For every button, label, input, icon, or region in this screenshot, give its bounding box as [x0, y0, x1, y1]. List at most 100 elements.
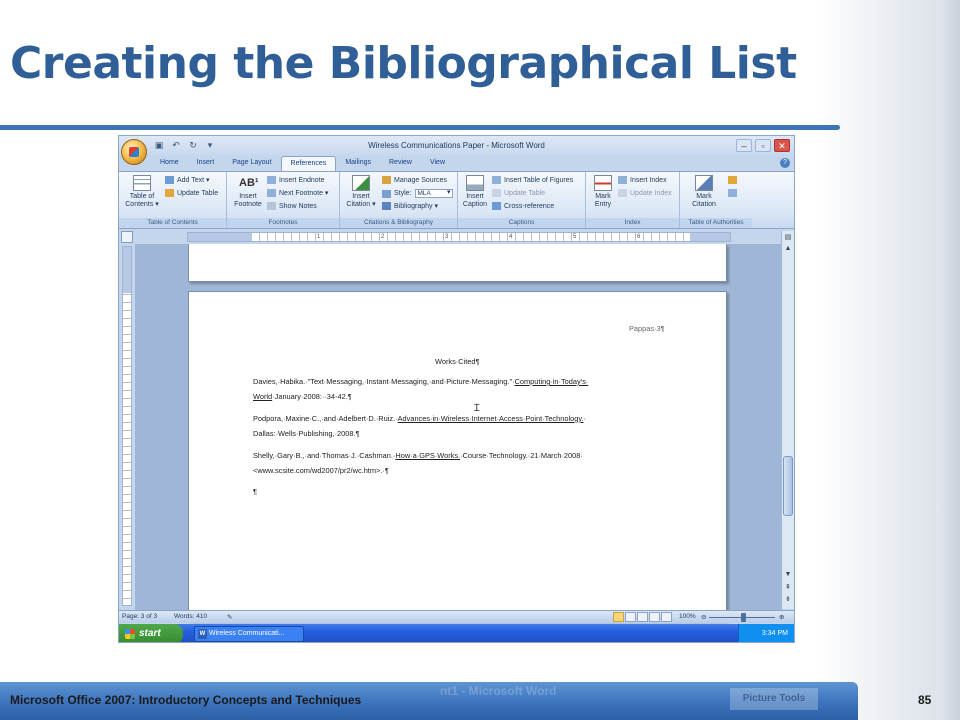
tab-review[interactable]: Review [380, 156, 421, 171]
quick-access-toolbar: ▣ ↶ ↻ ▾ [153, 140, 216, 151]
style-dropdown[interactable]: MLA [414, 189, 453, 198]
bibliography-button[interactable]: Bibliography ▾ [382, 202, 438, 210]
tab-insert[interactable]: Insert [188, 156, 224, 171]
previous-page-icon[interactable]: ⇞ [783, 583, 793, 593]
word-count[interactable]: Words: 410 [174, 613, 207, 620]
horizontal-ruler[interactable]: 1 2 3 4 5 6 [187, 232, 731, 242]
system-tray: 3:34 PM [738, 624, 794, 642]
ruler-number: 3 [444, 233, 450, 241]
web-layout-view-button[interactable] [637, 612, 648, 622]
group-captions: Insert Caption Insert Table of Figures U… [458, 172, 586, 228]
ruler-number: 6 [636, 233, 642, 241]
bibliography-icon [382, 202, 391, 210]
tab-references[interactable]: References [280, 156, 337, 171]
close-button[interactable]: ✕ [774, 139, 790, 152]
update-index-button[interactable]: Update Index [618, 189, 672, 197]
scroll-up-icon[interactable]: ▲ [783, 245, 793, 255]
insert-endnote-button[interactable]: Insert Endnote [267, 176, 325, 184]
footnote-icon: AB¹ [239, 177, 259, 189]
tab-page-layout[interactable]: Page Layout [223, 156, 280, 171]
window-titlebar: Wireless Communications Paper - Microsof… [119, 136, 794, 156]
insert-table-of-figures-button[interactable]: Insert Table of Figures [492, 176, 573, 184]
style-selector: Style: MLA [382, 189, 453, 198]
zoom-slider-handle[interactable] [741, 613, 746, 622]
title-divider [0, 125, 840, 130]
scroll-down-icon[interactable]: ▼ [783, 571, 793, 581]
ruler-number: 5 [572, 233, 578, 241]
status-bar: Page: 3 of 3 Words: 410 ✎ 100% ⊖ ⊕ [119, 610, 794, 623]
next-page-icon[interactable]: ⇟ [783, 595, 793, 605]
tab-selector[interactable] [121, 231, 133, 243]
outline-view-button[interactable] [649, 612, 660, 622]
tab-view[interactable]: View [421, 156, 454, 171]
proofing-icon[interactable]: ✎ [227, 613, 232, 621]
mark-entry-button[interactable]: Mark Entry [589, 175, 617, 209]
customize-icon[interactable]: ▾ [204, 140, 216, 151]
undo-icon[interactable]: ↶ [170, 140, 182, 151]
insert-caption-button[interactable]: Insert Caption [461, 175, 489, 209]
document-area: Pappas·3¶ Works·Cited¶ Davies,·Habika.·"… [135, 244, 782, 621]
cross-reference-button[interactable]: Cross-reference [492, 202, 554, 210]
insert-footnote-button[interactable]: AB¹ Insert Footnote [230, 175, 266, 209]
mark-citation-button[interactable]: Mark Citation [686, 175, 722, 209]
manage-sources-icon [382, 176, 391, 184]
insert-citation-button[interactable]: Insert Citation ▾ [343, 175, 379, 209]
group-label: Table of Contents [119, 218, 226, 228]
insert-caption-icon [466, 175, 484, 191]
vertical-scrollbar[interactable]: ▤ ▲ ▼ ⇞ ⇟ [781, 231, 794, 609]
save-icon[interactable]: ▣ [153, 140, 165, 151]
tab-mailings[interactable]: Mailings [336, 156, 380, 171]
scroll-thumb[interactable] [783, 456, 793, 516]
empty-paragraph-mark: ¶ [253, 487, 257, 496]
zoom-level[interactable]: 100% [679, 613, 696, 620]
update-table-figures-button[interactable]: Update Table [492, 189, 545, 197]
add-text-button[interactable]: Add Text ▾ [165, 176, 210, 184]
citation-entry: Davies,·Habika.·"Text·Messaging,·Instant… [253, 377, 589, 401]
ibeam-cursor-icon: Ɪ [474, 403, 480, 414]
update-authorities-icon [728, 189, 737, 197]
windows-taskbar: start Wireless Communicati... 3:34 PM [119, 624, 794, 642]
group-label: Citations & Bibliography [340, 218, 457, 228]
group-index: Mark Entry Insert Index Update Index Ind… [586, 172, 680, 228]
view-ruler-icon[interactable]: ▤ [783, 233, 793, 243]
tab-home[interactable]: Home [151, 156, 188, 171]
cross-reference-icon [492, 202, 501, 210]
update-authorities-button[interactable] [728, 189, 737, 197]
insert-authorities-button[interactable] [728, 176, 737, 184]
update-table-button[interactable]: Update Table [165, 189, 218, 197]
group-label: Footnotes [227, 218, 339, 228]
window-title: Wireless Communications Paper - Microsof… [368, 141, 545, 150]
insert-index-button[interactable]: Insert Index [618, 176, 667, 184]
table-of-figures-icon [492, 176, 501, 184]
help-icon[interactable]: ? [780, 158, 790, 168]
minimize-button[interactable]: – [736, 139, 752, 152]
redo-icon[interactable]: ↻ [187, 140, 199, 151]
ruler-row: 1 2 3 4 5 6 [119, 230, 794, 244]
next-footnote-icon [267, 189, 276, 197]
zoom-in-icon[interactable]: ⊕ [779, 613, 784, 621]
show-notes-button[interactable]: Show Notes [267, 202, 317, 210]
footer-background-text: nt1 - Microsoft Word [440, 684, 557, 698]
document-page[interactable]: Pappas·3¶ Works·Cited¶ Davies,·Habika.·"… [188, 291, 727, 621]
vertical-ruler-margin [123, 247, 131, 293]
next-footnote-button[interactable]: Next Footnote ▾ [267, 189, 328, 197]
citation-entry: Podpora,·Maxine·C.,·and·Adelbert·D.·Ruiz… [253, 414, 586, 438]
slide-footer: Microsoft Office 2007: Introductory Conc… [10, 693, 362, 707]
print-layout-view-button[interactable] [613, 612, 624, 622]
style-icon [382, 189, 391, 198]
manage-sources-button[interactable]: Manage Sources [382, 176, 447, 184]
office-button[interactable] [121, 139, 147, 165]
full-screen-view-button[interactable] [625, 612, 636, 622]
table-of-contents-button[interactable]: Table of Contents ▾ [122, 175, 162, 209]
group-label: Captions [458, 218, 585, 228]
maximize-button[interactable]: ▫ [755, 139, 771, 152]
group-label: Table of Authorities [680, 218, 752, 228]
vertical-ruler[interactable] [122, 246, 132, 606]
page-count[interactable]: Page: 3 of 3 [122, 613, 157, 620]
start-button[interactable]: start [119, 624, 183, 642]
taskbar-item-word[interactable]: Wireless Communicati... [194, 626, 304, 642]
zoom-out-icon[interactable]: ⊖ [701, 613, 706, 621]
draft-view-button[interactable] [661, 612, 672, 622]
previous-page [188, 244, 727, 282]
view-buttons [613, 612, 672, 622]
